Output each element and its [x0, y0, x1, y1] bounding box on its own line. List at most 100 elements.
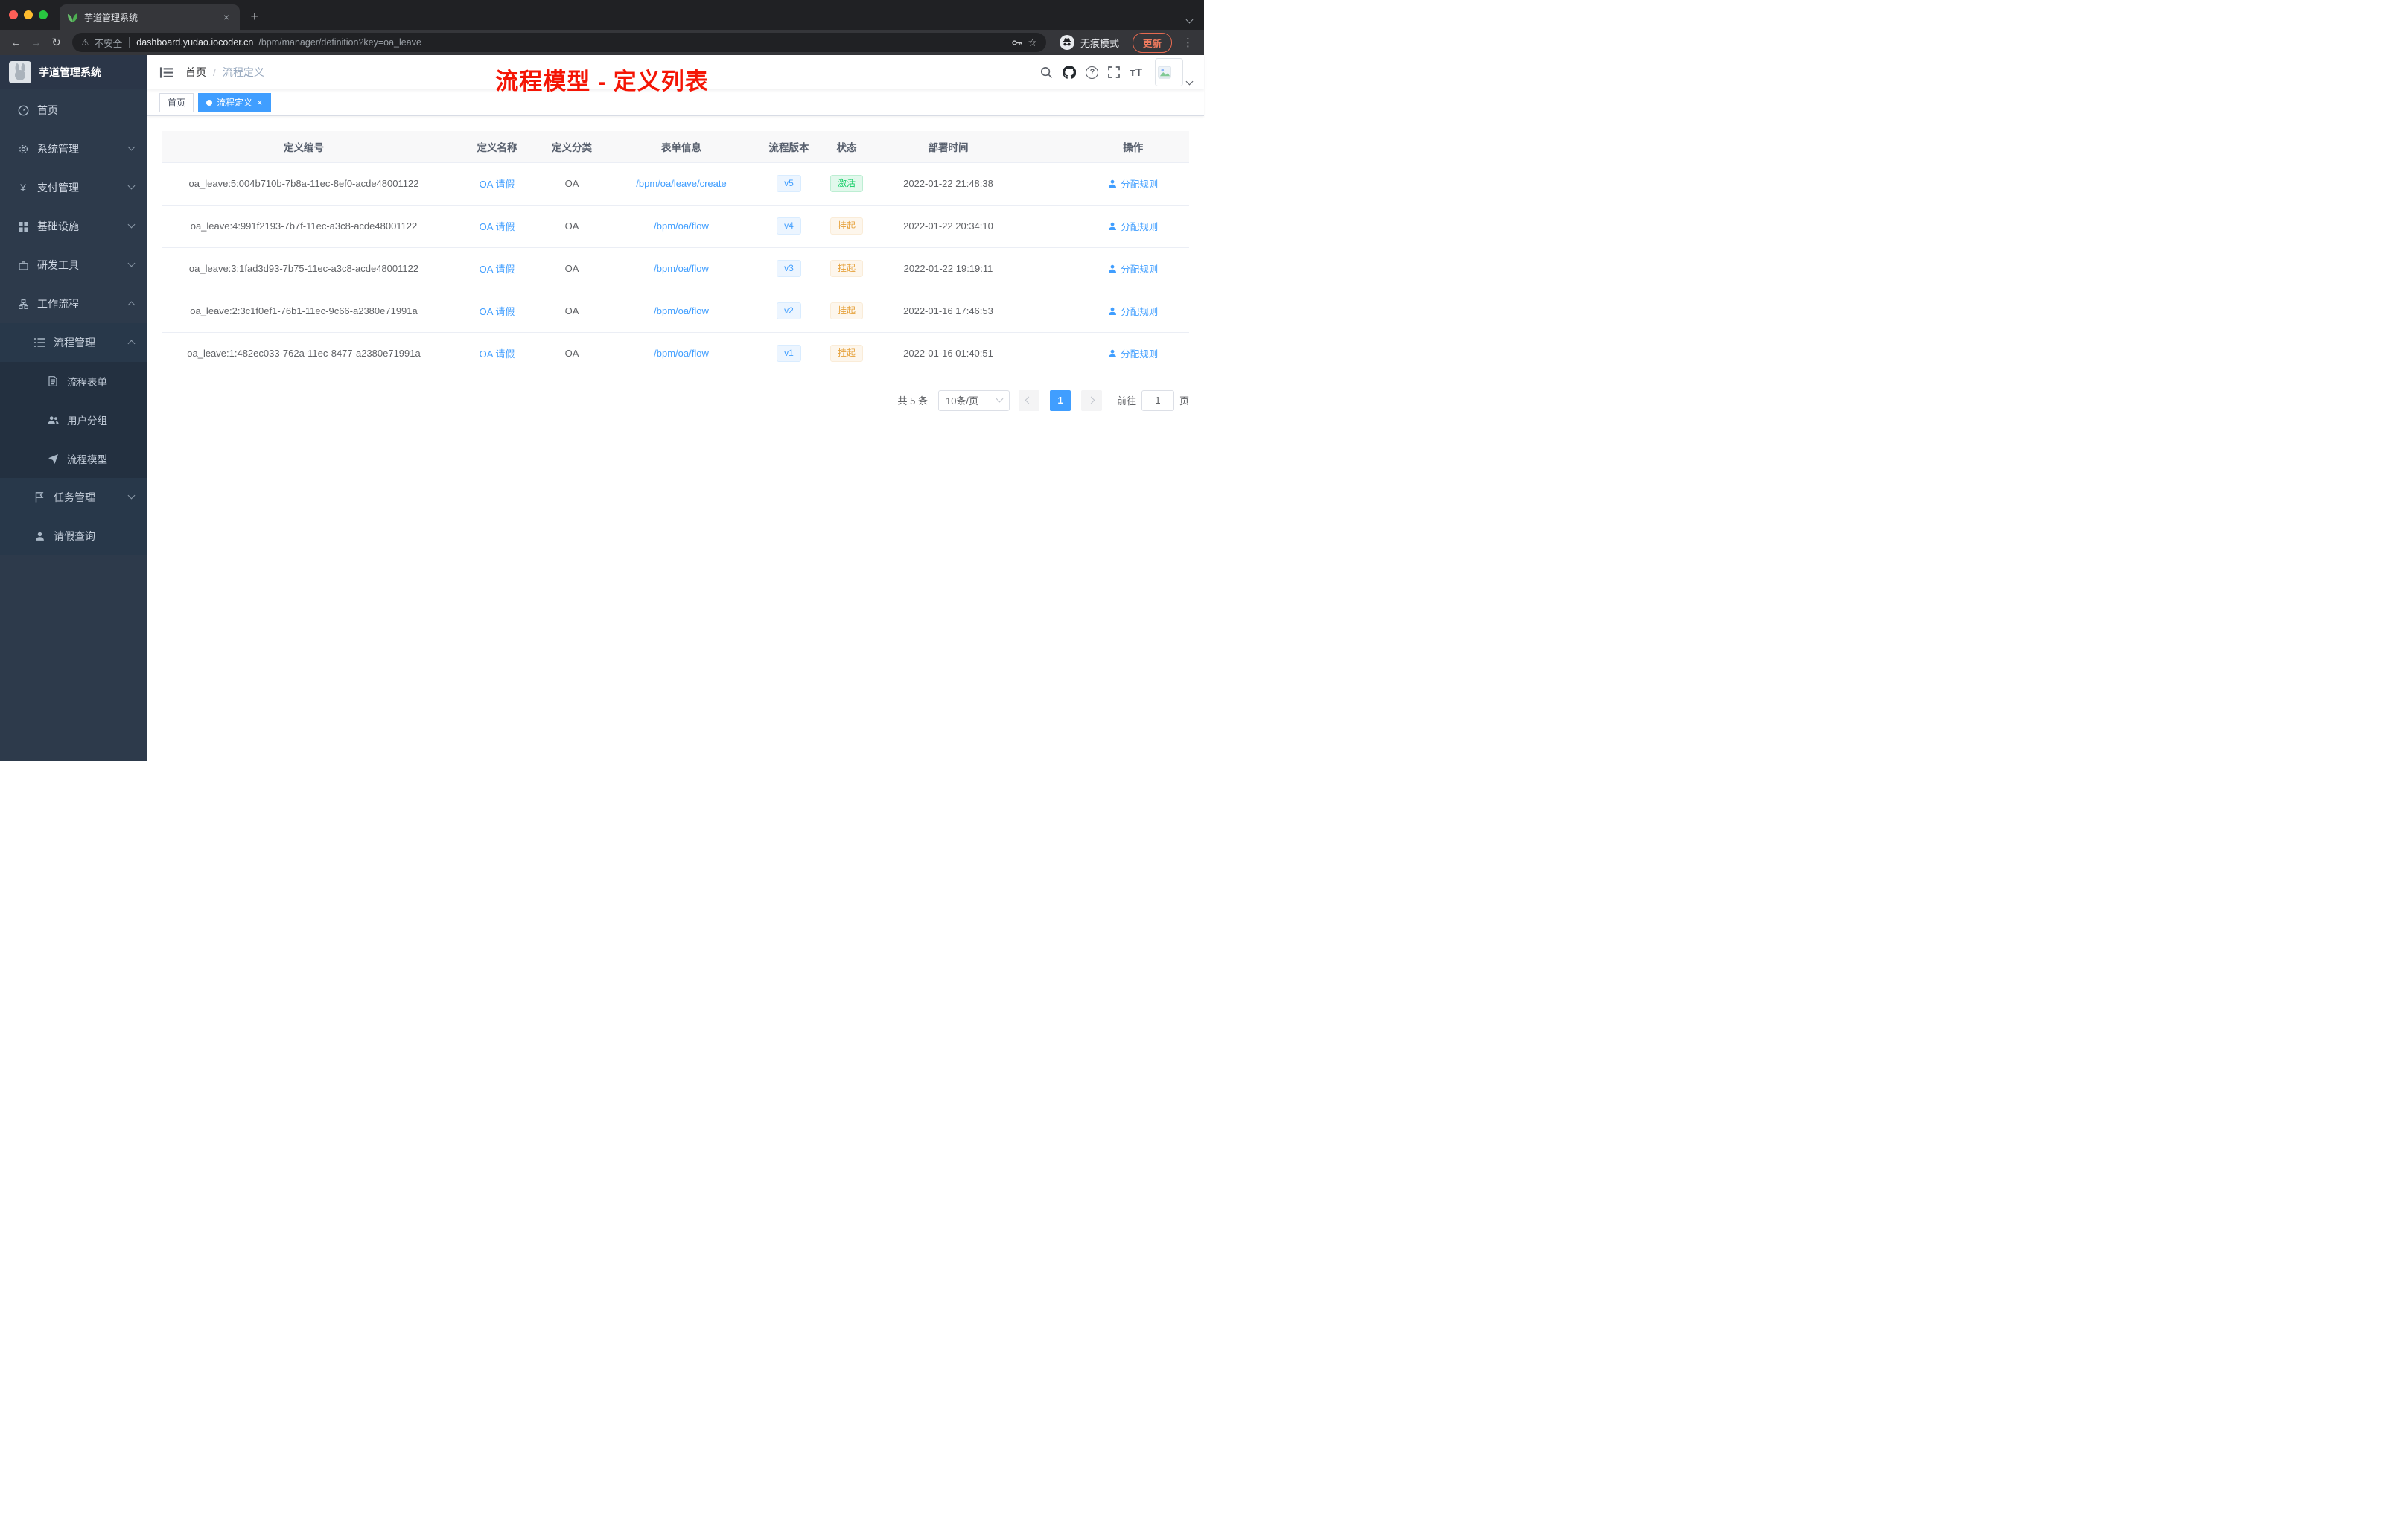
- sidebar-item-leave-query[interactable]: 请假查询: [0, 517, 147, 555]
- reload-button[interactable]: ↻: [46, 33, 66, 53]
- page-size-select[interactable]: 10条/页: [937, 389, 1010, 411]
- back-button[interactable]: ←: [6, 33, 26, 53]
- sidebar-item-workflow[interactable]: 工作流程: [0, 284, 147, 323]
- sidebar-item-dev-tools[interactable]: 研发工具: [0, 246, 147, 284]
- table-row: oa_leave:3:1fad3d93-7b75-11ec-a3c8-acde4…: [162, 247, 1189, 290]
- filler-cell: [1013, 205, 1077, 248]
- tab-search-chevron-icon[interactable]: [1185, 16, 1194, 24]
- assign-rule-link[interactable]: 分配规则: [1108, 304, 1158, 318]
- sidebar-item-system-mgmt[interactable]: 系统管理: [0, 130, 147, 168]
- assign-rule-link[interactable]: 分配规则: [1108, 261, 1158, 276]
- paper-plane-icon: [46, 453, 60, 464]
- definition-id: oa_leave:1:482ec033-762a-11ec-8477-a2380…: [162, 332, 445, 375]
- assign-rule-link[interactable]: 分配规则: [1108, 219, 1158, 233]
- tag-home[interactable]: 首页: [159, 92, 194, 112]
- deploy-time: 2022-01-16 17:46:53: [883, 290, 1013, 333]
- definition-id: oa_leave:2:3c1f0ef1-76b1-11ec-9c66-a2380…: [162, 290, 445, 333]
- tab-close-icon[interactable]: ×: [220, 11, 232, 23]
- chevron-left-icon: [1025, 396, 1033, 404]
- tag-process-definition[interactable]: 流程定义 ×: [198, 92, 271, 112]
- pagination-total: 共 5 条: [897, 395, 928, 407]
- definition-name-link[interactable]: OA 请假: [480, 179, 515, 190]
- definition-name-link[interactable]: OA 请假: [480, 348, 515, 360]
- browser-tab-bar: 芋道管理系统 × +: [0, 0, 1204, 30]
- sidebar-item-user-group[interactable]: 用户分组: [0, 401, 147, 439]
- definition-name-link[interactable]: OA 请假: [480, 306, 515, 317]
- definition-id: oa_leave:4:991f2193-7b7f-11ec-a3c8-acde4…: [162, 205, 445, 248]
- definition-id: oa_leave:5:004b710b-7b8a-11ec-8ef0-acde4…: [162, 162, 445, 206]
- filler-cell: [1013, 332, 1077, 375]
- goto-page-input[interactable]: [1141, 389, 1174, 411]
- table-body: oa_leave:5:004b710b-7b8a-11ec-8ef0-acde4…: [162, 162, 1189, 375]
- form-link[interactable]: /bpm/oa/flow: [654, 220, 709, 232]
- definition-category: OA: [549, 162, 595, 206]
- sidebar-item-process-mgmt[interactable]: 流程管理: [0, 323, 147, 362]
- font-size-icon[interactable]: тT: [1130, 66, 1142, 79]
- col-process-version: 流程版本: [768, 131, 810, 163]
- password-key-icon[interactable]: [1011, 37, 1022, 48]
- close-window-button[interactable]: [9, 10, 18, 19]
- filler-cell: [1013, 290, 1077, 333]
- update-button[interactable]: 更新: [1132, 32, 1172, 53]
- incognito-label: 无痕模式: [1080, 37, 1119, 49]
- security-warning-icon: ⚠: [81, 37, 89, 48]
- minimize-window-button[interactable]: [24, 10, 33, 19]
- breadcrumb-home[interactable]: 首页: [185, 65, 206, 80]
- app-logo[interactable]: 芋道管理系统: [0, 55, 147, 89]
- app-title: 芋道管理系统: [39, 66, 101, 78]
- form-link[interactable]: /bpm/oa/leave/create: [636, 178, 726, 189]
- address-divider: [129, 37, 130, 48]
- sidebar-item-infrastructure[interactable]: 基础设施: [0, 207, 147, 246]
- page-unit-label: 页: [1179, 395, 1189, 407]
- document-icon: [46, 376, 60, 386]
- avatar: [1155, 58, 1183, 86]
- filler-cell: [1013, 162, 1077, 206]
- sidebar-item-task-mgmt[interactable]: 任务管理: [0, 478, 147, 517]
- site-favicon: [67, 12, 78, 23]
- new-tab-button[interactable]: +: [244, 7, 265, 28]
- forward-button[interactable]: →: [26, 33, 46, 53]
- bookmark-star-icon[interactable]: ☆: [1028, 36, 1037, 49]
- status-badge: 挂起: [829, 302, 863, 319]
- form-link[interactable]: /bpm/oa/flow: [654, 263, 709, 274]
- status-badge: 激活: [829, 175, 863, 192]
- definition-category: OA: [549, 247, 595, 290]
- page-content: 定义编号 定义名称 定义分类 表单信息 流程版本 状态 部署时间 操作 oa_l…: [147, 116, 1204, 761]
- sidebar-item-payment-mgmt[interactable]: ¥ 支付管理: [0, 168, 147, 207]
- tag-close-icon[interactable]: ×: [257, 98, 263, 107]
- status-badge: 挂起: [829, 217, 863, 235]
- address-bar[interactable]: ⚠ 不安全 dashboard.yudao.iocoder.cn/bpm/man…: [72, 33, 1046, 52]
- deploy-time: 2022-01-22 19:19:11: [883, 247, 1013, 290]
- form-link[interactable]: /bpm/oa/flow: [654, 305, 709, 316]
- next-page-button[interactable]: [1080, 389, 1102, 411]
- sidebar-item-process-model[interactable]: 流程模型: [0, 439, 147, 478]
- definition-name-link[interactable]: OA 请假: [480, 264, 515, 275]
- form-link[interactable]: /bpm/oa/flow: [654, 348, 709, 359]
- user-menu[interactable]: [1155, 58, 1194, 86]
- sidebar-item-home[interactable]: 首页: [0, 91, 147, 130]
- search-icon[interactable]: [1040, 66, 1053, 79]
- definition-name-link[interactable]: OA 请假: [480, 221, 515, 232]
- browser-tab[interactable]: 芋道管理系统 ×: [60, 4, 240, 30]
- sitemap-icon: [16, 299, 30, 309]
- pagination: 共 5 条 10条/页 1 前往 页: [162, 389, 1189, 411]
- github-icon[interactable]: [1063, 66, 1077, 79]
- assign-rule-link[interactable]: 分配规则: [1108, 176, 1158, 191]
- current-page-button[interactable]: 1: [1049, 389, 1071, 411]
- browser-menu-icon[interactable]: ⋮: [1182, 36, 1194, 49]
- fullscreen-icon[interactable]: [1108, 66, 1121, 78]
- definition-category: OA: [549, 290, 595, 333]
- maximize-window-button[interactable]: [39, 10, 48, 19]
- col-deploy-time: 部署时间: [883, 131, 1013, 163]
- sidebar-item-process-form[interactable]: 流程表单: [0, 362, 147, 401]
- definition-id: oa_leave:3:1fad3d93-7b75-11ec-a3c8-acde4…: [162, 247, 445, 290]
- assign-rule-link[interactable]: 分配规则: [1108, 346, 1158, 360]
- definition-category: OA: [549, 332, 595, 375]
- tab-title: 芋道管理系统: [84, 12, 138, 23]
- sidebar: 芋道管理系统 首页 系统管理 ¥ 支付管理 基础设施 研发工具 工作流程 流程管…: [0, 55, 147, 761]
- user-icon: [1108, 179, 1117, 188]
- prev-page-button[interactable]: [1018, 389, 1039, 411]
- sidebar-fold-icon[interactable]: [159, 66, 173, 80]
- deploy-time: 2022-01-22 20:34:10: [883, 205, 1013, 248]
- help-icon[interactable]: ?: [1086, 66, 1099, 79]
